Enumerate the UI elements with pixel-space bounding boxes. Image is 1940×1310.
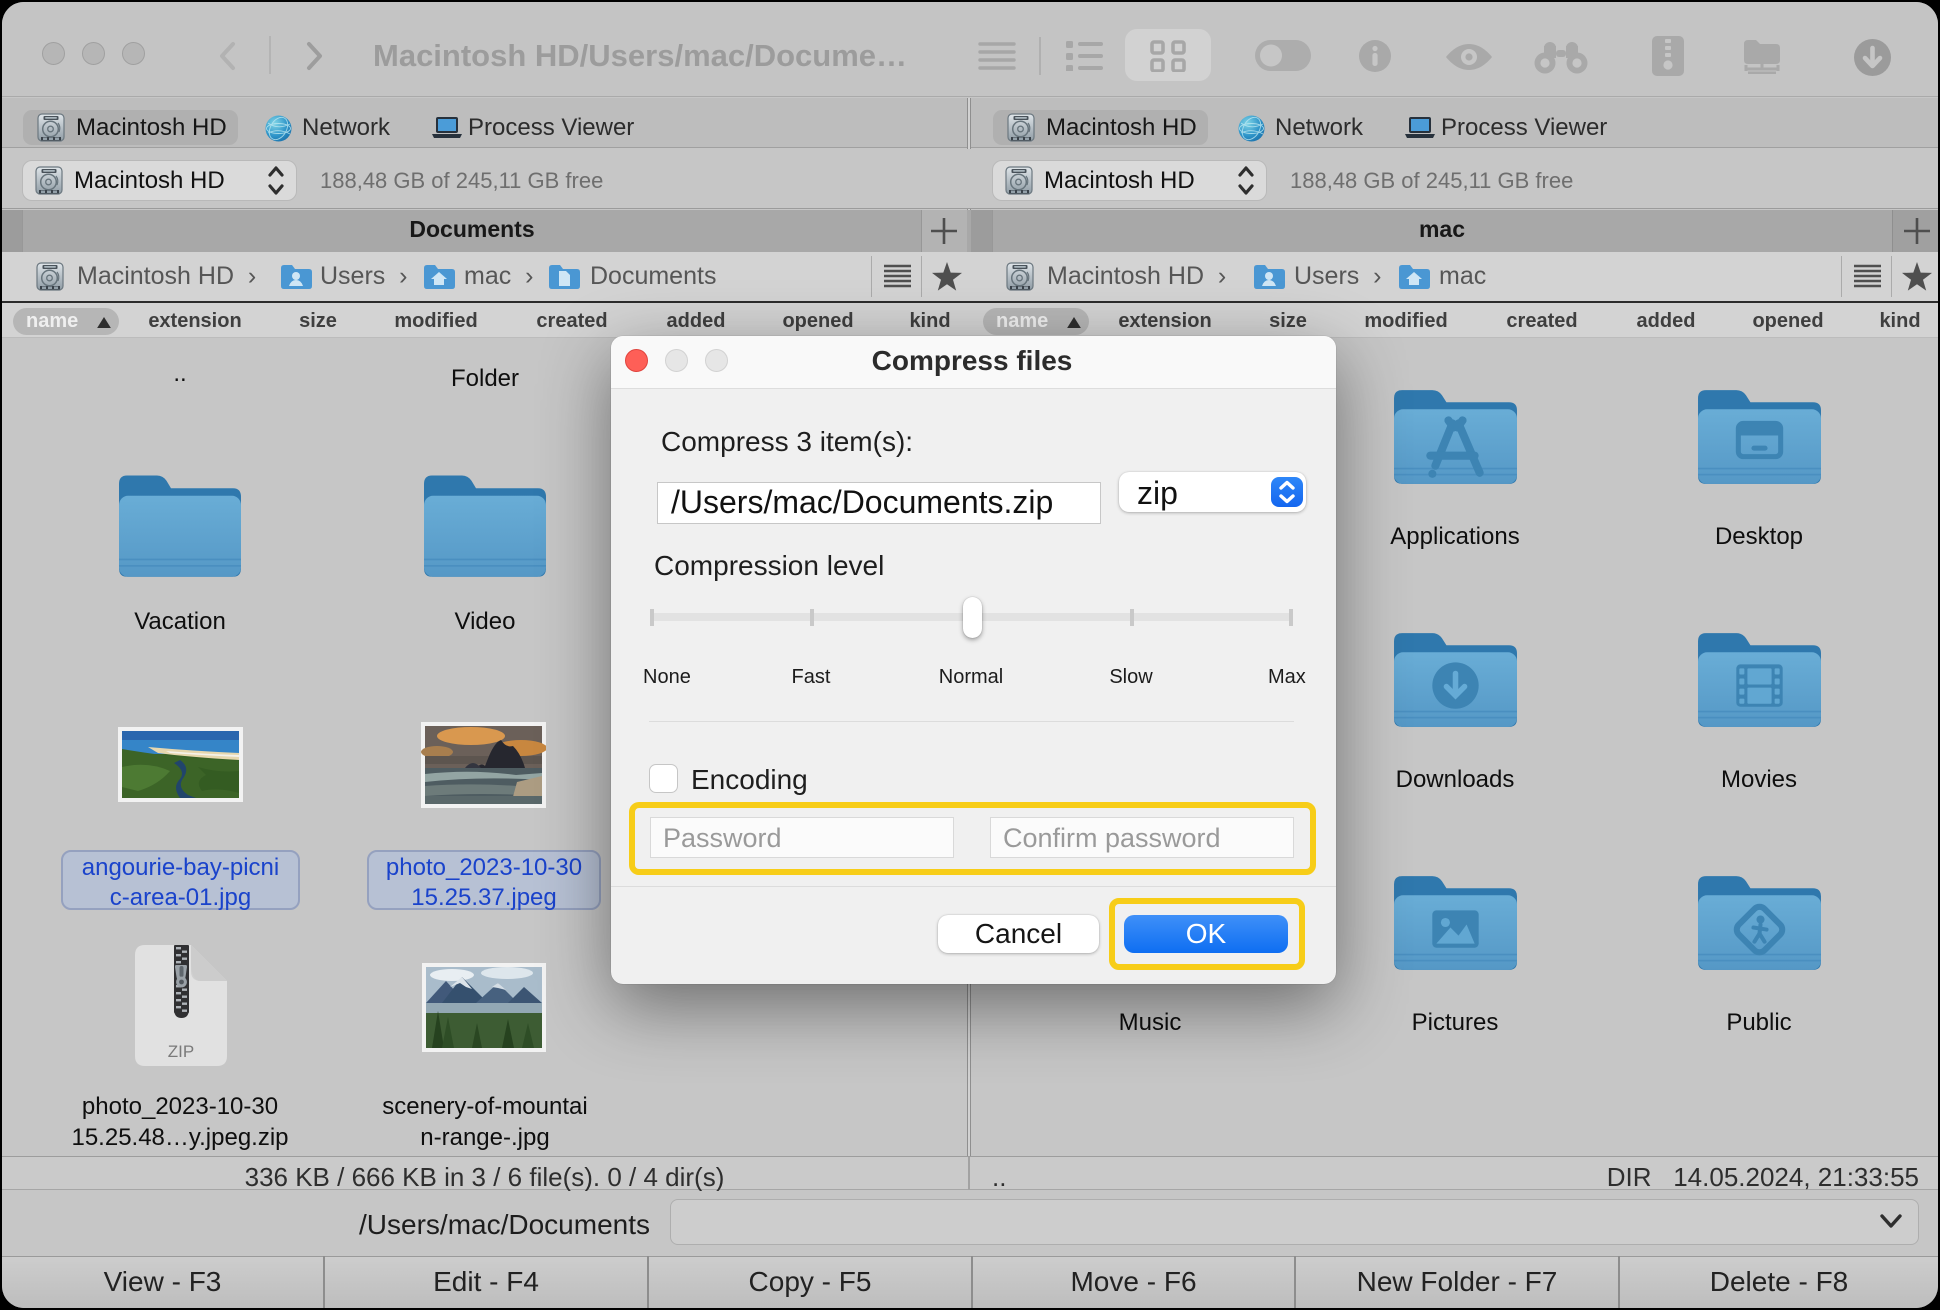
svg-text:ZIP: ZIP: [168, 1042, 194, 1061]
